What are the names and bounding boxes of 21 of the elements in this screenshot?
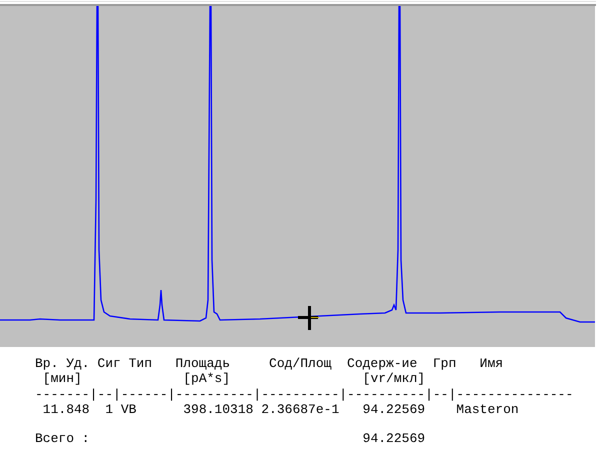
column-header: Содерж-ие xyxy=(347,357,418,372)
column-header: Площадь xyxy=(175,357,230,372)
table-cell: 94.22569 xyxy=(362,402,426,417)
column-unit: [pA*s] xyxy=(183,372,230,386)
column-unit: [vr/мкл] xyxy=(362,372,426,386)
column-header: Тип xyxy=(128,357,152,372)
column-header: Сод/Площ xyxy=(269,357,332,372)
table-cell: Masteron xyxy=(456,402,519,417)
table-cell: 11.848 xyxy=(42,402,90,417)
column-header: Грп xyxy=(432,357,456,372)
column-header: Сиг xyxy=(97,357,121,372)
column-unit: [мин] xyxy=(42,372,82,386)
separator-line: -------|--|------|----------|----------|----------|--|--------------- xyxy=(35,388,574,402)
table-cell: 398.10318 xyxy=(183,402,254,417)
table-cell: 2.36687e-1 xyxy=(261,402,340,417)
table-cell: VB xyxy=(120,402,136,417)
total-value: 94.22569 xyxy=(362,432,426,446)
total-label: Всего : xyxy=(35,432,90,446)
column-header: Вр. Уд. xyxy=(35,357,90,372)
table-cell: 1 xyxy=(105,402,114,417)
column-header: Имя xyxy=(480,357,504,372)
